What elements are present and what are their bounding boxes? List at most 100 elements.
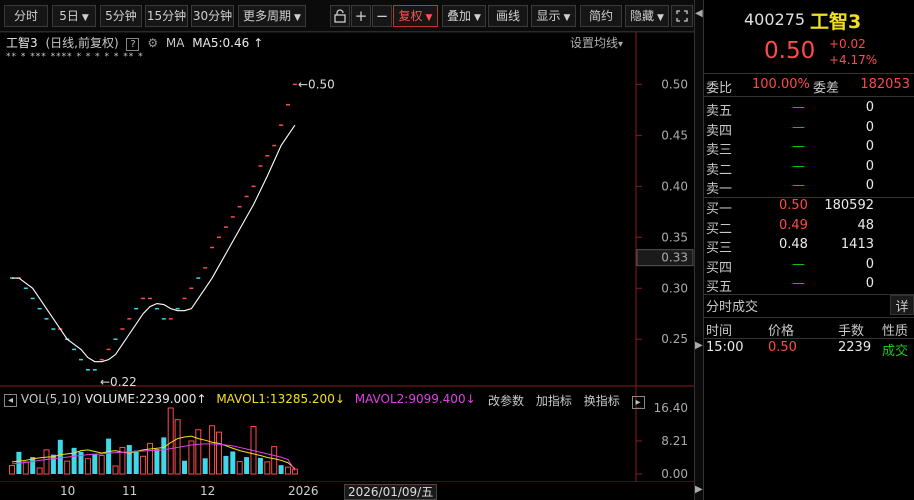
- buy-level-price: 0.49: [779, 217, 808, 233]
- chevron-left-icon[interactable]: ◀: [695, 8, 703, 19]
- add-indicator-button[interactable]: 加指标: [536, 394, 572, 408]
- zoom-out-button[interactable]: −: [372, 5, 392, 27]
- buy-level-price: 0.48: [779, 237, 808, 252]
- sell-level-volume: 0: [865, 139, 874, 154]
- fullscreen-button[interactable]: [671, 5, 693, 27]
- weibi-value: 100.00%: [752, 77, 810, 92]
- buy-level-volume: 0: [865, 256, 874, 272]
- y-tick-label: 0.40: [661, 179, 688, 193]
- hide-button[interactable]: 隐藏 ▼: [625, 5, 669, 27]
- volume-bar: [92, 453, 98, 474]
- ticks-title: 分时成交: [706, 300, 759, 315]
- sell-level-row: 卖三 — 0: [704, 139, 914, 158]
- period-30min-button[interactable]: 30分钟: [191, 5, 234, 27]
- sell-level-label: 卖一: [706, 182, 733, 197]
- divider: [704, 317, 914, 318]
- buy-level-label: 买五: [706, 280, 733, 295]
- volume-bar: [43, 449, 50, 475]
- display-button[interactable]: 显示 ▼: [531, 5, 576, 27]
- tick-type: 成交: [882, 344, 909, 359]
- arrow-down-icon: ↓: [334, 392, 345, 406]
- volume-bar: [202, 458, 208, 474]
- weicha-label: 委差: [813, 81, 840, 96]
- volume-bar: [22, 461, 29, 475]
- zoom-in-button[interactable]: +: [351, 5, 371, 27]
- volume-bar: [278, 465, 284, 474]
- volume-bar: [236, 461, 243, 475]
- detail-button[interactable]: 详: [890, 295, 914, 315]
- draw-line-button[interactable]: 画线: [488, 5, 528, 27]
- tick-time: 15:00: [706, 340, 744, 355]
- chevron-down-icon: ▼: [563, 13, 571, 23]
- period-5day-button[interactable]: 5日 ▼: [52, 5, 96, 27]
- order-ratio-row: 委比 100.00% 委差 182053: [704, 77, 914, 96]
- period-5min-button[interactable]: 5分钟: [100, 5, 142, 27]
- y-tick-label: 0.50: [661, 77, 688, 91]
- sell-level-row: 卖四 — 0: [704, 120, 914, 139]
- more-periods-button[interactable]: 更多周期 ▼: [238, 5, 306, 27]
- volume-bar: [244, 457, 250, 474]
- weibi-label: 委比: [706, 81, 733, 96]
- buy-level-label: 买一: [706, 202, 733, 217]
- switch-indicator-button[interactable]: 换指标: [584, 394, 620, 408]
- price-change-pct: +4.17%: [829, 53, 878, 67]
- kline-chart-area[interactable]: 工智3 (日线,前复权) ? ⚙ MA MA5:0.46 ↑ 设置均线▾ ** *…: [0, 32, 696, 500]
- sell-level-price: —: [792, 139, 805, 154]
- panel-splitter[interactable]: ◀ ▶ ▶: [694, 0, 704, 500]
- divider: [704, 96, 914, 97]
- vol-tick-label: 16.40: [654, 401, 688, 415]
- chevron-right-icon[interactable]: ▶: [695, 484, 703, 495]
- volume-bar: [30, 457, 36, 474]
- volume-bar: [264, 461, 271, 475]
- expand-panel-icon[interactable]: ▸: [631, 396, 645, 409]
- minus-icon: −: [375, 7, 389, 25]
- col-price: 价格: [768, 324, 795, 339]
- col-type: 性质: [882, 324, 909, 339]
- plus-icon: +: [354, 7, 368, 25]
- buy-level-row: 买五 — 0: [704, 276, 914, 295]
- sell-level-label: 卖五: [706, 104, 733, 119]
- volume-bar: [84, 458, 91, 475]
- volume-bar: [188, 440, 195, 475]
- stock-code: 400275: [744, 10, 806, 29]
- buy-level-price: —: [792, 256, 805, 272]
- buy-level-volume: 48: [857, 217, 874, 233]
- period-15min-button[interactable]: 15分钟: [145, 5, 188, 27]
- volume-bar: [271, 446, 278, 475]
- lock-button[interactable]: [330, 5, 350, 27]
- collapse-icon[interactable]: ◂: [4, 394, 17, 407]
- buy-level-row: 买二 0.49 48: [704, 218, 914, 237]
- lock-icon: [334, 9, 346, 23]
- period-intraday-button[interactable]: 分时: [4, 5, 48, 27]
- volume-bar: [9, 465, 15, 475]
- buy-level-volume: 0: [865, 276, 874, 291]
- quote-panel: 400275 工智3 0.50 +0.02 +4.17% 委比 100.00% …: [704, 0, 914, 500]
- volume-bar: [230, 451, 236, 474]
- adjust-button[interactable]: 复权 ▼: [393, 5, 438, 27]
- sell-level-label: 卖二: [706, 162, 733, 178]
- overlay-button[interactable]: 叠加 ▼: [442, 5, 486, 27]
- sell-level-label: 卖四: [706, 123, 733, 139]
- hide-label: 隐藏: [630, 9, 655, 23]
- arrow-down-icon: ↓: [465, 392, 476, 406]
- chevron-right-icon[interactable]: ▶: [695, 340, 703, 351]
- mavol2-value: MAVOL2:9099.400: [354, 392, 466, 406]
- sell-level-row: 卖二 — 0: [704, 159, 914, 178]
- volume-bar: [71, 447, 77, 474]
- volume-bar: [50, 454, 56, 474]
- date-tick: 11: [122, 484, 138, 498]
- simple-mode-button[interactable]: 简约: [580, 5, 622, 27]
- divider: [704, 294, 914, 295]
- tick-qty: 2239: [838, 340, 872, 355]
- edit-params-button[interactable]: 改参数: [488, 394, 524, 408]
- y-tick-label: 0.35: [661, 230, 688, 244]
- volume-bar: [167, 407, 174, 475]
- y-tick-label: 0.30: [661, 281, 688, 295]
- overlay-label: 叠加: [447, 9, 472, 23]
- volume-value: VOLUME:2239.000: [84, 392, 197, 406]
- sell-level-volume: 0: [865, 119, 874, 135]
- current-price: 0.50: [764, 38, 816, 64]
- volume-bar: [209, 425, 216, 475]
- volume-bar: [140, 455, 147, 475]
- sell-level-price: —: [792, 178, 805, 193]
